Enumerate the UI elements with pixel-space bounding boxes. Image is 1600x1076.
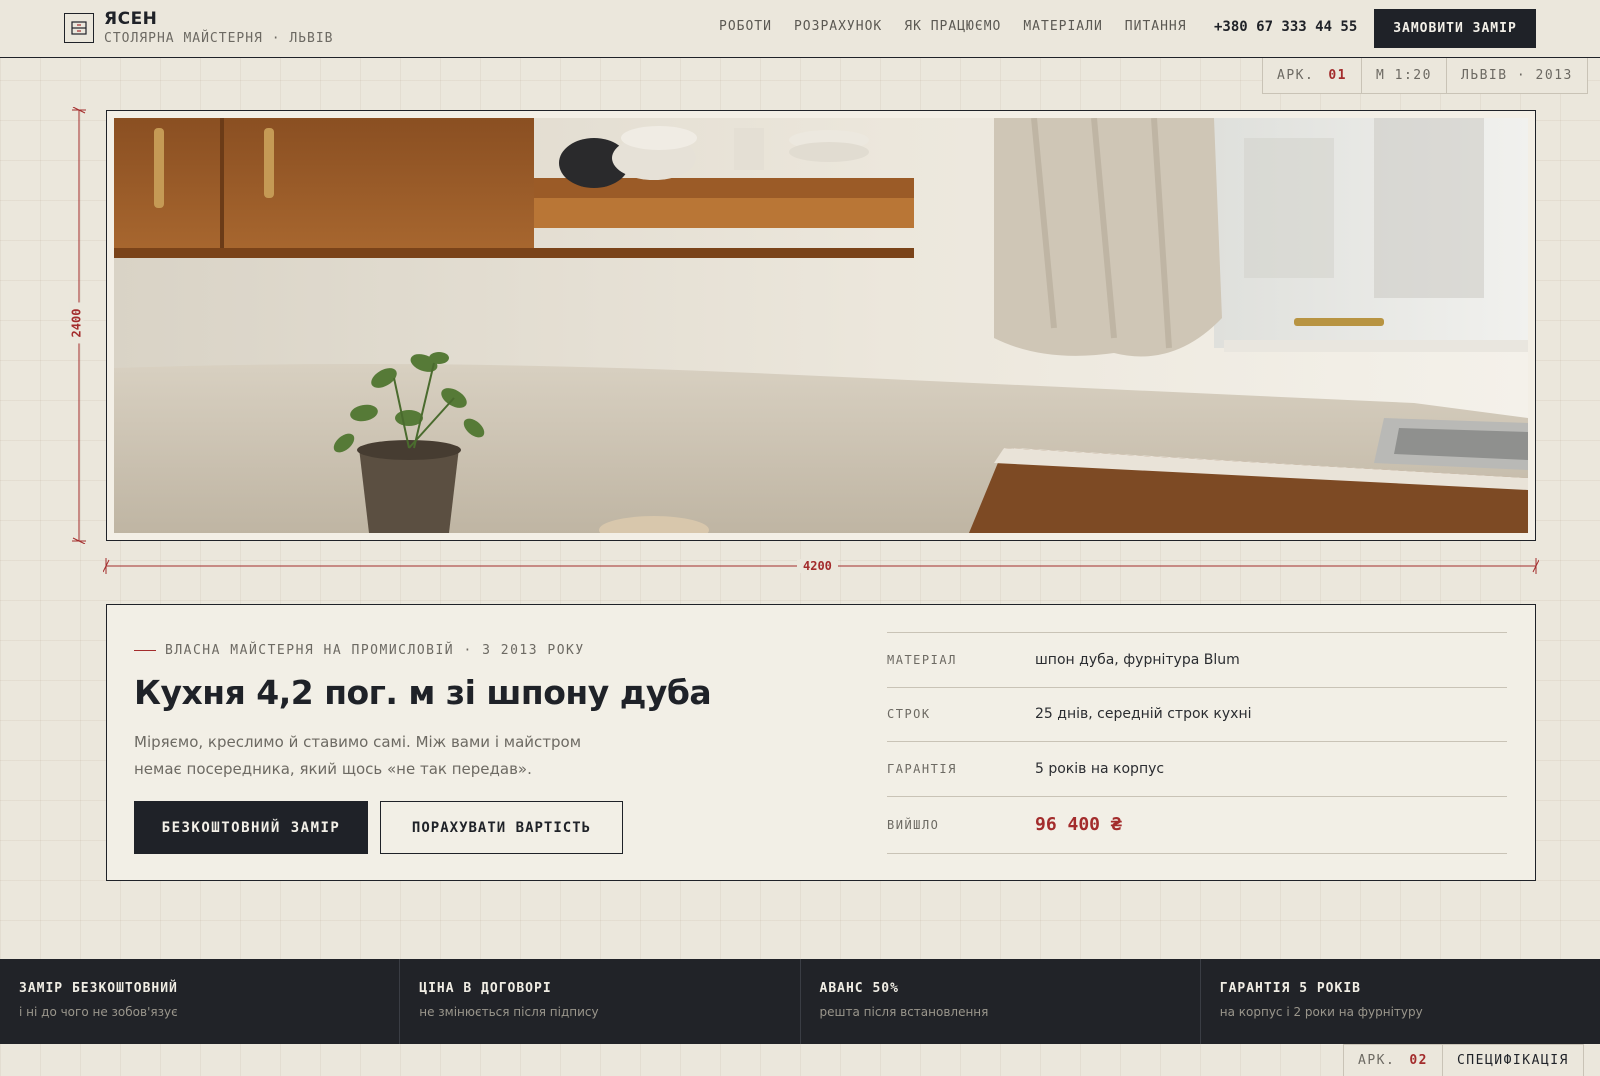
cabinet-icon[interactable] bbox=[64, 13, 94, 43]
height-dimension-label: 2400 bbox=[69, 302, 84, 344]
width-dimension-label: 4200 bbox=[797, 559, 838, 573]
spec-row-price: ВИЙШЛО 96 400 ₴ bbox=[887, 797, 1507, 854]
eyebrow-text: ВЛАСНА МАЙСТЕРНЯ НА ПРОМИСЛОВІЙ · З 2013… bbox=[165, 643, 585, 658]
nav-item-how-we-work[interactable]: ЯК ПРАЦЮЄМО bbox=[904, 19, 1001, 34]
spec-value: 5 років на корпус bbox=[1035, 760, 1165, 777]
calculate-cost-button[interactable]: ПОРАХУВАТИ ВАРТІСТЬ bbox=[380, 801, 623, 854]
guarantee-item: ЦІНА В ДОГОВОРІ не змінюється після підп… bbox=[400, 959, 801, 1044]
main-nav: РОБОТИ РОЗРАХУНОК ЯК ПРАЦЮЄМО МАТЕРІАЛИ … bbox=[719, 19, 1209, 34]
guarantees-strip: ЗАМІР БЕЗКОШТОВНИЙ і ні до чого не зобов… bbox=[0, 959, 1600, 1044]
spec-row-warranty: ГАРАНТІЯ 5 років на корпус bbox=[887, 742, 1507, 797]
free-measurement-button[interactable]: БЕЗКОШТОВНИЙ ЗАМІР bbox=[134, 801, 368, 854]
guarantee-item: ЗАМІР БЕЗКОШТОВНИЙ і ні до чого не зобов… bbox=[0, 959, 401, 1044]
order-measurement-button[interactable]: ЗАМОВИТИ ЗАМІР bbox=[1374, 9, 1536, 48]
eyebrow-dash bbox=[134, 650, 156, 651]
spec-value: шпон дуба, фурнітура Blum bbox=[1035, 651, 1240, 668]
spec-key: ВИЙШЛО bbox=[887, 817, 940, 832]
project-description: Міряємо, креслимо й ставимо самі. Між ва… bbox=[134, 733, 582, 778]
guarantee-subtitle: на корпус і 2 роки на фурнітуру bbox=[1219, 1005, 1423, 1019]
guarantee-item: АВАНС 50% решта після встановлення bbox=[801, 959, 1201, 1044]
project-card: ВЛАСНА МАЙСТЕРНЯ НА ПРОМИСЛОВІЙ · З 2013… bbox=[106, 604, 1536, 881]
spec-row-term: СТРОК 25 днів, середній строк кухні bbox=[887, 688, 1507, 742]
hero-image-frame bbox=[106, 110, 1536, 541]
spec-key: МАТЕРІАЛ bbox=[887, 652, 957, 667]
guarantee-title: ЦІНА В ДОГОВОРІ bbox=[419, 981, 552, 996]
nav-item-calculation[interactable]: РОЗРАХУНОК bbox=[794, 19, 882, 34]
kitchen-photo bbox=[114, 118, 1528, 533]
sheet-stamp-top: АРК. 01 М 1:20 ЛЬВІВ · 2013 bbox=[1262, 58, 1588, 94]
phone-link[interactable]: +380 67 333 44 55 bbox=[1214, 19, 1357, 35]
brand-subtitle: СТОЛЯРНА МАЙСТЕРНЯ · ЛЬВІВ bbox=[104, 31, 334, 46]
sheet-label: АРК. bbox=[1277, 68, 1315, 83]
spec-key: СТРОК bbox=[887, 707, 931, 722]
spec-key: ГАРАНТІЯ bbox=[887, 761, 957, 776]
guarantee-title: ЗАМІР БЕЗКОШТОВНИЙ bbox=[19, 981, 178, 996]
nav-item-materials[interactable]: МАТЕРІАЛИ bbox=[1023, 19, 1102, 34]
place-year-cell: ЛЬВІВ · 2013 bbox=[1447, 58, 1588, 93]
guarantee-title: ГАРАНТІЯ 5 РОКІВ bbox=[1219, 981, 1361, 996]
guarantee-subtitle: і ні до чого не зобов'язує bbox=[19, 1005, 178, 1019]
brand-name[interactable]: ЯСЕН bbox=[104, 9, 157, 29]
section-cell: СПЕЦИФІКАЦІЯ bbox=[1443, 1045, 1584, 1076]
spec-table: МАТЕРІАЛ шпон дуба, фурнітура Blum СТРОК… bbox=[887, 632, 1507, 854]
sheet-number: 01 bbox=[1328, 68, 1347, 83]
sheet-label-cell: АРК. 01 bbox=[1263, 58, 1362, 93]
spec-row-material: МАТЕРІАЛ шпон дуба, фурнітура Blum bbox=[887, 633, 1507, 688]
spec-price: 96 400 ₴ bbox=[1035, 814, 1122, 835]
guarantee-item: ГАРАНТІЯ 5 РОКІВ на корпус і 2 роки на ф… bbox=[1201, 959, 1600, 1044]
guarantee-subtitle: не змінюється після підпису bbox=[419, 1005, 599, 1019]
guarantee-title: АВАНС 50% bbox=[819, 981, 899, 996]
spec-value: 25 днів, середній строк кухні bbox=[1035, 706, 1252, 723]
project-title: Кухня 4,2 пог. м зі шпону дуба bbox=[134, 673, 712, 712]
sheet-label-cell: АРК. 02 bbox=[1344, 1045, 1443, 1076]
sheet-number: 02 bbox=[1409, 1053, 1428, 1068]
sheet-stamp-bottom: АРК. 02 СПЕЦИФІКАЦІЯ bbox=[1343, 1044, 1584, 1076]
site-header: ЯСЕН СТОЛЯРНА МАЙСТЕРНЯ · ЛЬВІВ РОБОТИ Р… bbox=[0, 0, 1600, 58]
project-eyebrow: ВЛАСНА МАЙСТЕРНЯ НА ПРОМИСЛОВІЙ · З 2013… bbox=[134, 643, 585, 658]
guarantee-subtitle: решта після встановлення bbox=[819, 1005, 989, 1019]
nav-item-faq[interactable]: ПИТАННЯ bbox=[1125, 19, 1187, 34]
nav-item-works[interactable]: РОБОТИ bbox=[719, 19, 772, 34]
scale-cell: М 1:20 bbox=[1362, 58, 1447, 93]
sheet-label: АРК. bbox=[1358, 1053, 1396, 1068]
